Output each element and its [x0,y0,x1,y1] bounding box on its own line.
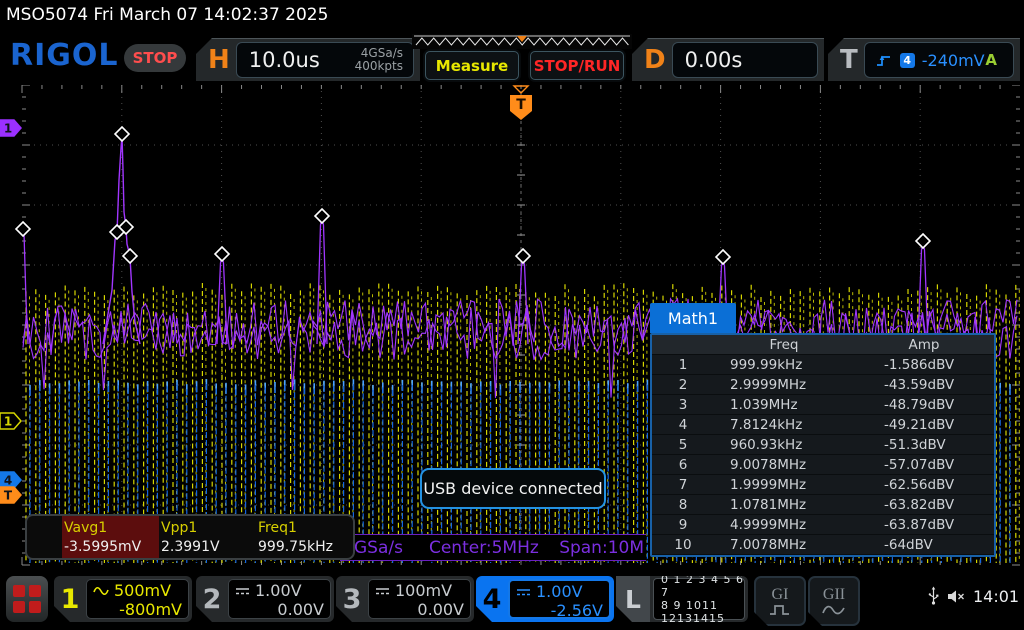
timebase-box[interactable]: 10.0us 4GSa/s 400kpts [236,42,414,78]
math1-table-row: 94.9999MHz-63.87dBV [652,515,994,535]
usb-connected-popup: USB device connected [420,468,606,509]
horizontal-panel[interactable]: H 10.0us 4GSa/s 400kpts [196,38,420,81]
sine-wave-icon [822,604,846,616]
measurement-vpp1[interactable]: Vpp1 2.3991V [159,516,256,558]
math1-panel: Math1 Freq Amp 1999.99kHz-1.586dBV22.999… [650,303,996,557]
fft-span: Span:10M [559,538,646,558]
measurement-panel[interactable]: Vavg1 -3.5995mV Vpp1 2.3991V Freq1 999.7… [25,514,355,560]
channel1-box[interactable]: 1 500mV -800mV [54,576,192,622]
ch1-scale: 500mV [114,581,171,600]
delay-value: 0.00s [685,48,817,72]
rigol-logo: RIGOL [10,38,119,73]
fft-peak-markers [16,127,930,264]
math1-table-header: Freq Amp [652,335,994,355]
horizontal-label: H [208,45,230,75]
gen1-button[interactable]: GI [754,576,806,626]
col-freq: Freq [714,337,854,353]
trigger-mode: A [985,51,1005,69]
trigger-box[interactable]: 4 -240mV A [864,42,1014,78]
math1-tab[interactable]: Math1 [650,303,736,333]
run-state-badge[interactable]: STOP [124,44,186,72]
svg-text:T: T [516,97,526,113]
math1-table-row: 31.039MHz-48.79dBV [652,395,994,415]
math1-table-row: 107.0078MHz-64dBV [652,535,994,555]
col-amp: Amp [854,337,994,353]
ch3-scale: 100mV [395,581,452,600]
dc-coupling-icon [516,587,531,597]
clock: 14:01 [973,587,1019,606]
trigger-level-value: -240mV [922,51,985,70]
speaker-muted-icon[interactable] [947,589,965,604]
math1-table-row: 5960.93kHz-51.3dBV [652,435,994,455]
stop-run-button[interactable]: STOP/RUN [530,51,624,80]
ch4-offset: -2.56V [516,601,603,619]
math1-table-row: 47.8124kHz-49.21dBV [652,415,994,435]
trigger-panel[interactable]: T 4 -240mV A [828,38,1020,81]
math1-table-row: 71.9999MHz-62.56dBV [652,475,994,495]
timebase-value: 10.0us [249,48,355,72]
channel-position-markers[interactable]: 1 1 4T [0,120,21,503]
math1-table-row: 1999.99kHz-1.586dBV [652,355,994,375]
waveform-preview[interactable] [412,34,632,49]
gen2-button[interactable]: GII [808,576,860,626]
svg-text:T: T [4,489,13,503]
memory-depth: 400kpts [355,59,403,73]
fft-center: Center:5MHz [429,538,539,558]
sample-rate: 4GSa/s [361,46,403,60]
dc-coupling-icon [235,586,250,596]
header-bar: RIGOL STOP H 10.0us 4GSa/s 400kpts Measu… [0,28,1024,85]
dc-coupling-icon [375,586,390,596]
ac-coupling-icon [93,586,109,596]
la-label: L [616,576,650,622]
measure-button[interactable]: Measure [425,51,519,80]
usb-icon [928,586,939,606]
menu-grid-icon [13,585,25,597]
svg-text:1: 1 [4,415,12,429]
channel4-box[interactable]: 4 1.00V -2.56V [476,576,614,622]
ch1-offset: -800mV [93,600,182,618]
svg-text:1: 1 [4,122,12,136]
logic-analyzer-box[interactable]: L 0 1 2 3 4 5 6 7 8 9 1011 12131415 [616,576,748,622]
square-wave-icon [769,604,791,616]
ch4-scale: 1.00V [536,582,583,601]
trigger-source-badge: 4 [900,53,915,68]
channel2-box[interactable]: 2 1.00V 0.00V [196,576,334,622]
la-channels-0-7: 0 1 2 3 4 5 6 7 [661,573,744,599]
rising-edge-trigger-icon [875,53,893,68]
trigger-label: T [840,45,858,75]
delay-label: D [644,45,666,75]
menu-button[interactable] [6,576,48,622]
math1-table-row: 69.0078MHz-57.07dBV [652,455,994,475]
delay-box[interactable]: 0.00s [672,42,818,78]
math1-table: Freq Amp 1999.99kHz-1.586dBV22.9999MHz-4… [650,333,996,557]
ch3-offset: 0.00V [375,600,464,618]
math1-table-row: 22.9999MHz-43.59dBV [652,375,994,395]
delay-panel[interactable]: D 0.00s [632,38,824,81]
ch2-offset: 0.00V [235,600,324,618]
fft-status-bar: GSa/s Center:5MHz Span:10M [340,534,646,561]
svg-text:4: 4 [4,474,12,488]
measurement-freq1[interactable]: Freq1 999.75kHz [256,516,353,558]
measurement-vavg1[interactable]: Vavg1 -3.5995mV [62,516,159,558]
channel3-box[interactable]: 3 100mV 0.00V [336,576,474,622]
la-channels-8-15: 8 9 1011 12131415 [661,599,744,625]
bottom-bar: 1 500mV -800mV 2 1.00V 0.00V 3 [0,568,1024,630]
ch2-scale: 1.00V [255,581,302,600]
math1-table-row: 81.0781MHz-63.82dBV [652,495,994,515]
